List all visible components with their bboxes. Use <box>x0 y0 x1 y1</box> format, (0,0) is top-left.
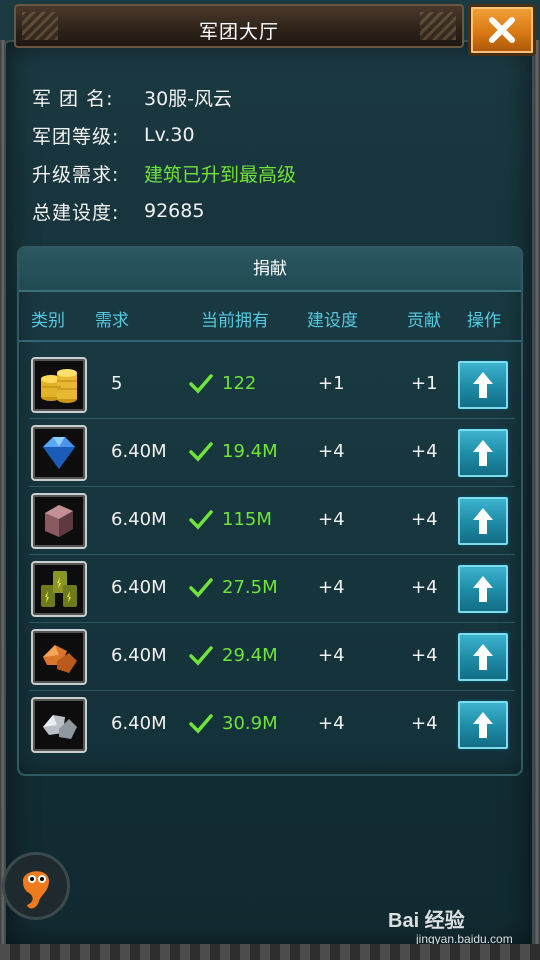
column-header-owned: 当前拥有 <box>201 311 269 331</box>
donate-button[interactable] <box>456 563 510 615</box>
donate-button[interactable] <box>456 631 510 683</box>
bottom-frame-bar <box>0 944 540 960</box>
donate-button[interactable] <box>456 699 510 751</box>
donate-button[interactable] <box>456 495 510 547</box>
row-contribution: +4 <box>411 441 438 462</box>
title-bar: 军团大厅 <box>14 4 464 48</box>
arrow-up-icon <box>473 372 493 398</box>
watermark-logo: Bai 经验 <box>388 910 465 932</box>
legion-level-row: 军团等级: Lv.30 <box>32 116 296 154</box>
total-build-value: 92685 <box>144 200 205 222</box>
arrow-up-icon <box>473 508 493 534</box>
mascot-icon <box>23 871 49 909</box>
crystal-icon <box>31 425 87 481</box>
donate-row: 6.40M 30.9M +4 +4 <box>19 691 521 759</box>
check-icon <box>189 714 213 734</box>
check-icon <box>189 442 213 462</box>
total-build-label: 总建设度: <box>32 201 120 224</box>
upgrade-requirement-row: 升级需求: 建筑已升到最高级 <box>32 154 296 192</box>
arrow-up-icon <box>473 644 493 670</box>
assistant-button[interactable] <box>2 852 70 920</box>
row-owned: 27.5M <box>222 577 278 598</box>
row-owned: 30.9M <box>222 713 278 734</box>
row-contribution: +1 <box>411 373 438 394</box>
legion-name-value: 30服-风云 <box>144 87 233 110</box>
legion-level-value: Lv.30 <box>144 124 195 146</box>
column-header-need: 需求 <box>95 311 129 331</box>
check-icon <box>189 646 213 666</box>
column-header-action: 操作 <box>467 311 501 331</box>
row-owned: 122 <box>222 373 257 394</box>
header-divider <box>19 340 521 342</box>
row-need: 6.40M <box>111 509 167 530</box>
row-contribution: +4 <box>411 577 438 598</box>
row-need: 6.40M <box>111 645 167 666</box>
donate-row: 6.40M 19.4M +4 +4 <box>19 419 521 487</box>
arrow-up-icon <box>473 576 493 602</box>
check-icon <box>189 374 213 394</box>
donate-row: 5 122 +1 +1 <box>19 351 521 419</box>
row-contribution: +4 <box>411 645 438 666</box>
donate-button[interactable] <box>456 359 510 411</box>
donate-row: 6.40M 27.5M +4 +4 <box>19 555 521 623</box>
arrow-up-icon <box>473 440 493 466</box>
silver-ore-icon <box>31 697 87 753</box>
legion-level-label: 军团等级: <box>32 125 120 148</box>
row-need: 5 <box>111 373 123 394</box>
row-build: +4 <box>318 509 345 530</box>
donate-row: 6.40M 115M +4 +4 <box>19 487 521 555</box>
check-icon <box>189 510 213 530</box>
check-icon <box>189 578 213 598</box>
close-button[interactable] <box>468 4 536 56</box>
close-icon <box>489 17 515 43</box>
row-need: 6.40M <box>111 441 167 462</box>
total-build-row: 总建设度: 92685 <box>32 192 296 230</box>
upgrade-requirement-label: 升级需求: <box>32 163 120 186</box>
donate-panel-title: 捐献 <box>19 248 521 292</box>
fuel-barrels-icon <box>31 561 87 617</box>
row-build: +4 <box>318 441 345 462</box>
column-header-contribution: 贡献 <box>407 311 441 331</box>
row-build: +4 <box>318 713 345 734</box>
row-build: +4 <box>318 645 345 666</box>
donate-button[interactable] <box>456 427 510 479</box>
arrow-up-icon <box>473 712 493 738</box>
upgrade-requirement-value: 建筑已升到最高级 <box>144 163 297 186</box>
column-header-build: 建设度 <box>307 311 358 331</box>
window-title: 军团大厅 <box>198 21 279 43</box>
donate-row: 6.40M 29.4M +4 +4 <box>19 623 521 691</box>
row-contribution: +4 <box>411 713 438 734</box>
donate-panel: 捐献 类别 需求 当前拥有 建设度 贡献 操作 5 122 +1 +1 6.40… <box>17 246 523 776</box>
legion-name-row: 军 团 名: 30服-风云 <box>32 78 296 116</box>
row-contribution: +4 <box>411 509 438 530</box>
row-owned: 19.4M <box>222 441 278 462</box>
row-owned: 115M <box>222 509 272 530</box>
legion-name-label: 军 团 名: <box>32 87 114 110</box>
row-need: 6.40M <box>111 577 167 598</box>
row-need: 6.40M <box>111 713 167 734</box>
column-header-category: 类别 <box>31 311 65 331</box>
row-owned: 29.4M <box>222 645 278 666</box>
stone-icon <box>31 493 87 549</box>
copper-ore-icon <box>31 629 87 685</box>
gold-coins-icon <box>31 357 87 413</box>
legion-info: 军 团 名: 30服-风云 军团等级: Lv.30 升级需求: 建筑已升到最高级… <box>32 78 296 230</box>
row-build: +1 <box>318 373 345 394</box>
row-build: +4 <box>318 577 345 598</box>
right-frame-rail <box>534 40 540 945</box>
